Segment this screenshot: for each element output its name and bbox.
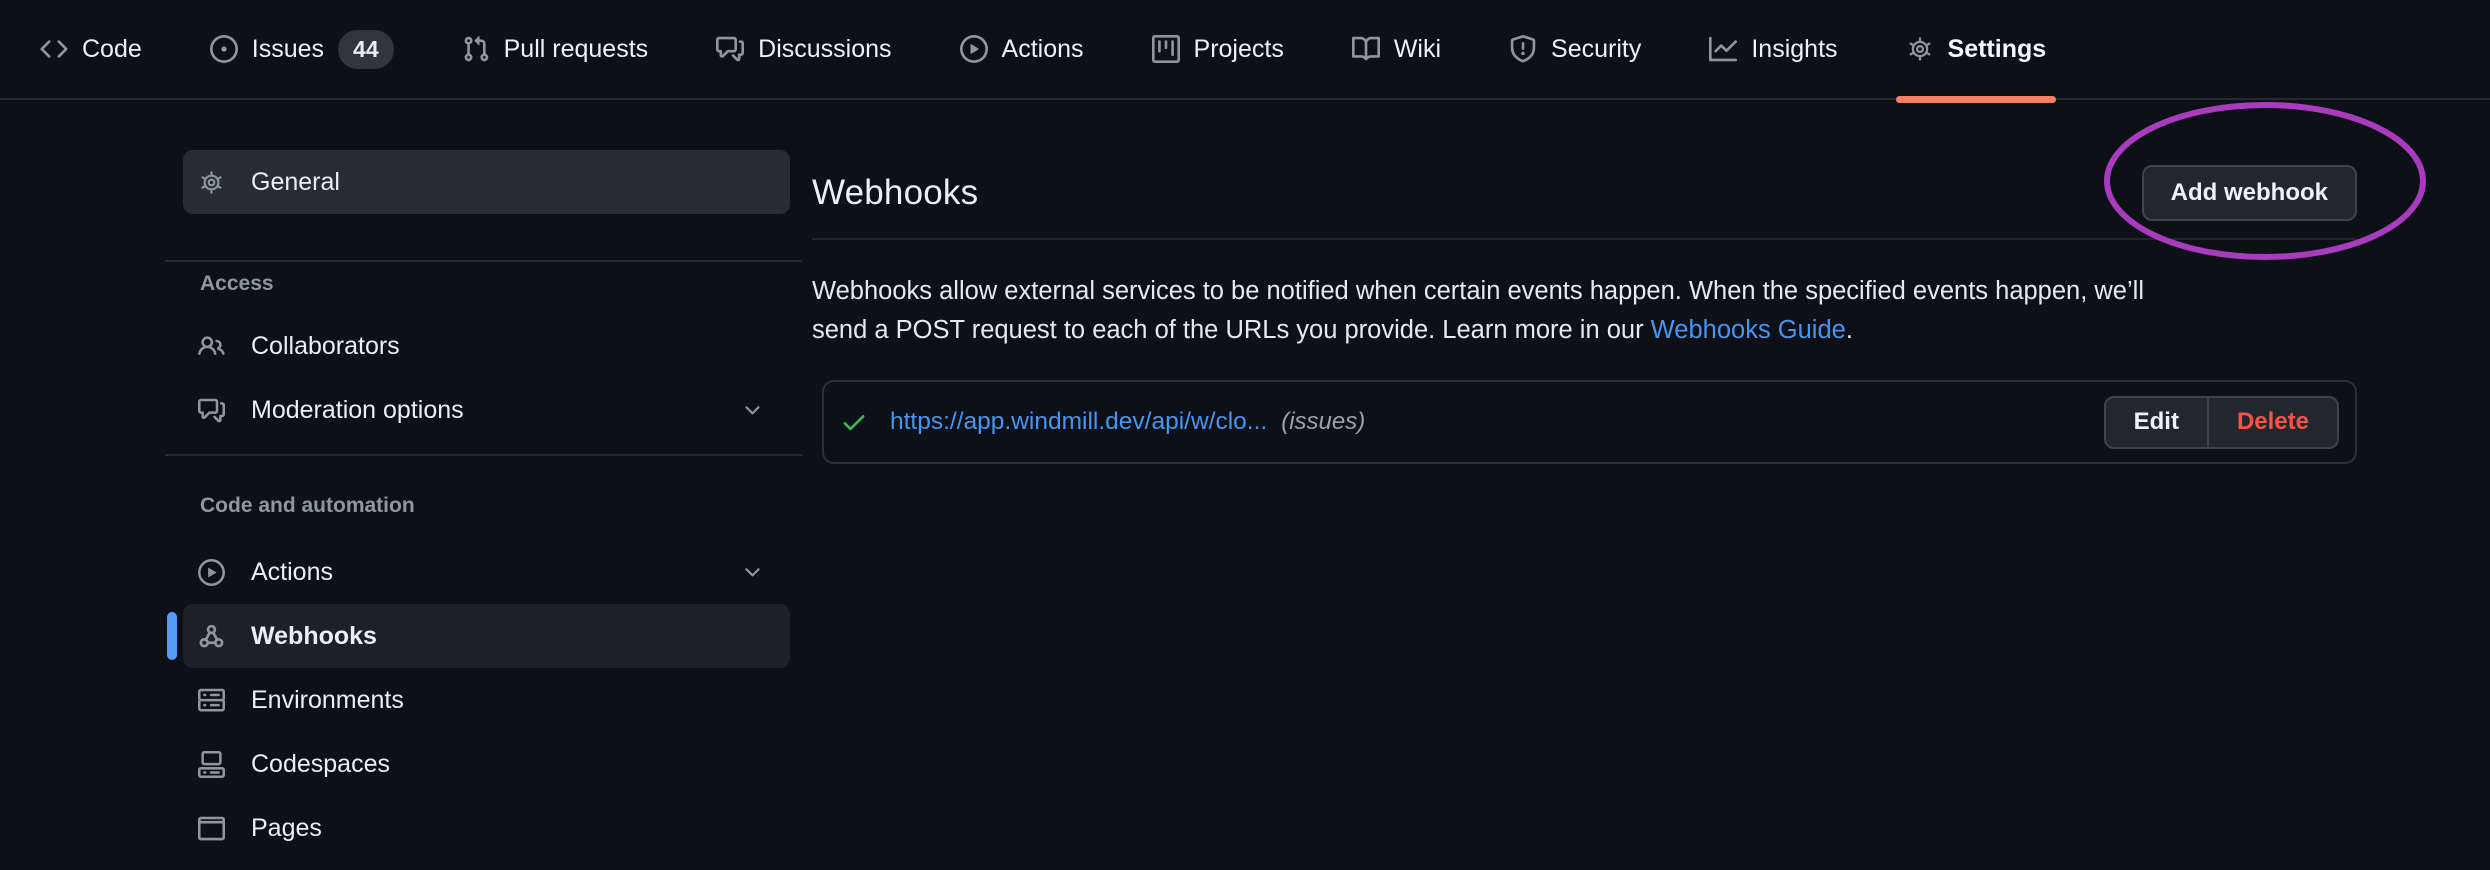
sidebar-item-collaborators[interactable]: Collaborators xyxy=(183,314,790,378)
code-icon xyxy=(40,35,68,63)
codespaces-icon xyxy=(198,751,225,778)
description-line2: send a POST request to each of the URLs … xyxy=(812,316,1651,344)
page-title: Webhooks xyxy=(812,173,978,213)
nav-tab-settings[interactable]: Settings xyxy=(1890,0,2063,99)
sidebar-item-general-label: General xyxy=(251,168,340,197)
sidebar-item-actions-label: Actions xyxy=(251,558,333,587)
play-icon xyxy=(960,35,988,63)
nav-tab-actions-label: Actions xyxy=(1002,35,1084,64)
nav-tab-insights-label: Insights xyxy=(1751,35,1837,64)
sidebar-item-collaborators-label: Collaborators xyxy=(251,332,400,361)
browser-icon xyxy=(198,815,225,842)
nav-tab-wiki[interactable]: Wiki xyxy=(1336,0,1457,99)
webhook-list-item: https://app.windmill.dev/api/w/clo... (i… xyxy=(822,380,2357,464)
chevron-down-icon xyxy=(741,561,764,584)
pull-request-icon xyxy=(462,35,490,63)
issue-opened-icon xyxy=(210,35,238,63)
play-icon xyxy=(198,559,225,586)
sidebar-item-environments-label: Environments xyxy=(251,686,404,715)
sidebar-item-pages-label: Pages xyxy=(251,814,322,843)
sidebar-item-codespaces[interactable]: Codespaces xyxy=(183,732,790,796)
nav-tab-security[interactable]: Security xyxy=(1493,0,1657,99)
description-line1: Webhooks allow external services to be n… xyxy=(812,277,2144,305)
webhook-events-label: (issues) xyxy=(1281,408,1365,436)
graph-icon xyxy=(1709,35,1737,63)
gear-icon xyxy=(198,169,225,196)
nav-tab-projects-label: Projects xyxy=(1194,35,1284,64)
sidebar-divider xyxy=(165,260,802,262)
book-icon xyxy=(1352,35,1380,63)
nav-tab-issues[interactable]: Issues 44 xyxy=(194,0,410,99)
page-header: Webhooks Add webhook xyxy=(812,148,2357,240)
nav-tab-code[interactable]: Code xyxy=(24,0,158,99)
nav-tab-projects[interactable]: Projects xyxy=(1136,0,1300,99)
description-period: . xyxy=(1846,316,1853,344)
webhooks-description: Webhooks allow external services to be n… xyxy=(812,272,2357,350)
webhook-actions-group: Edit Delete xyxy=(2104,396,2339,449)
sidebar-item-codespaces-label: Codespaces xyxy=(251,750,390,779)
people-icon xyxy=(198,333,225,360)
nav-tab-settings-label: Settings xyxy=(1948,35,2047,64)
nav-tab-wiki-label: Wiki xyxy=(1394,35,1441,64)
sidebar-divider xyxy=(165,454,802,456)
sidebar-item-general[interactable]: General xyxy=(183,150,790,214)
nav-tab-pull-requests-label: Pull requests xyxy=(504,35,649,64)
discussions-icon xyxy=(198,397,225,424)
webhook-url-link[interactable]: https://app.windmill.dev/api/w/clo... xyxy=(890,408,1267,436)
issues-count-badge: 44 xyxy=(338,30,394,69)
sidebar-item-webhooks-label: Webhooks xyxy=(251,622,377,651)
chevron-down-icon xyxy=(741,399,764,422)
sidebar-item-environments[interactable]: Environments xyxy=(183,668,790,732)
nav-tab-security-label: Security xyxy=(1551,35,1641,64)
discussions-icon xyxy=(716,35,744,63)
nav-tab-pull-requests[interactable]: Pull requests xyxy=(446,0,665,99)
webhooks-guide-link[interactable]: Webhooks Guide xyxy=(1651,316,1846,344)
nav-tab-issues-label: Issues xyxy=(252,35,324,64)
sidebar-section-code-and-automation: Code and automation xyxy=(200,494,790,518)
delete-webhook-button[interactable]: Delete xyxy=(2207,398,2337,447)
nav-tab-actions[interactable]: Actions xyxy=(944,0,1100,99)
webhook-icon xyxy=(198,623,225,650)
nav-tab-discussions-label: Discussions xyxy=(758,35,891,64)
nav-tab-code-label: Code xyxy=(82,35,142,64)
sidebar-item-actions[interactable]: Actions xyxy=(183,540,790,604)
add-webhook-button[interactable]: Add webhook xyxy=(2142,165,2357,221)
settings-sidebar: General Access Collaborators Moderation … xyxy=(165,150,790,860)
gear-icon xyxy=(1906,35,1934,63)
nav-tab-discussions[interactable]: Discussions xyxy=(700,0,907,99)
webhooks-settings-panel: Webhooks Add webhook Webhooks allow exte… xyxy=(812,148,2357,464)
projects-icon xyxy=(1152,35,1180,63)
shield-icon xyxy=(1509,35,1537,63)
sidebar-section-access: Access xyxy=(200,272,790,296)
edit-webhook-button[interactable]: Edit xyxy=(2106,398,2207,447)
nav-tab-insights[interactable]: Insights xyxy=(1693,0,1853,99)
sidebar-item-moderation-options-label: Moderation options xyxy=(251,396,464,425)
check-icon xyxy=(840,408,868,436)
sidebar-item-pages[interactable]: Pages xyxy=(183,796,790,860)
sidebar-item-webhooks[interactable]: Webhooks xyxy=(183,604,790,668)
sidebar-item-moderation-options[interactable]: Moderation options xyxy=(183,378,790,442)
repo-tab-nav: Code Issues 44 Pull requests Discussions… xyxy=(0,0,2490,100)
server-icon xyxy=(198,687,225,714)
